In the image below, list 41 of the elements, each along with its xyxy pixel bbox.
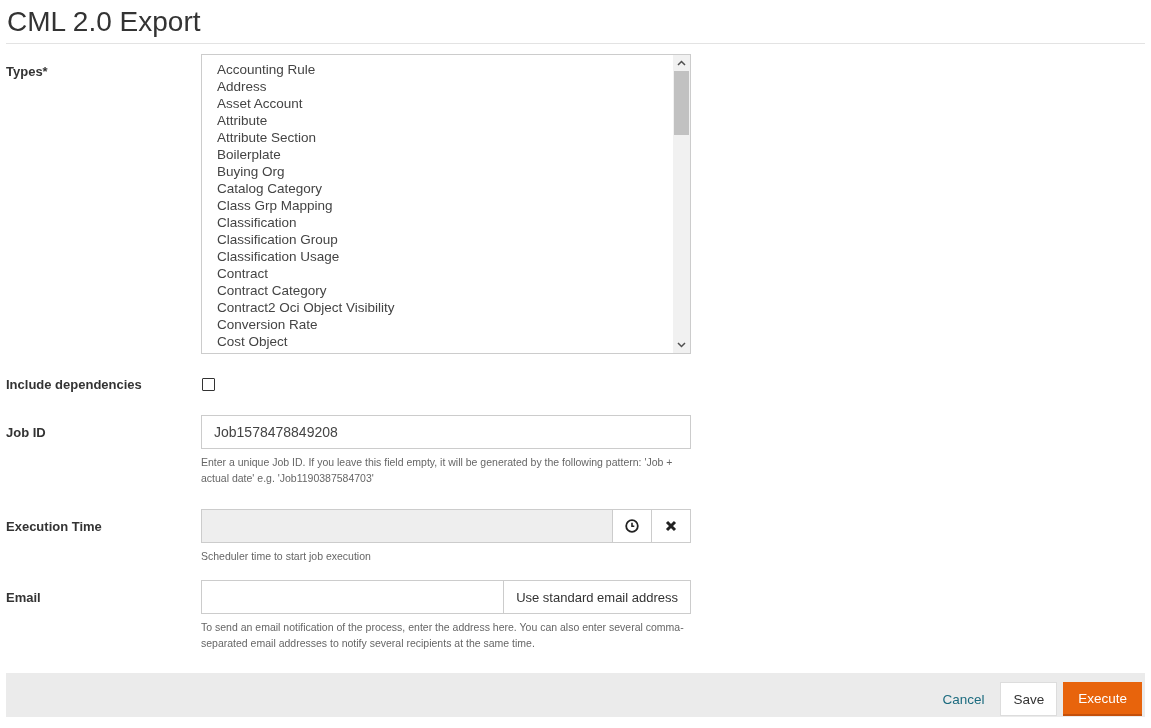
help-text: Enter a unique Job ID. If you leave this field empty, it will be generated by the following pattern: 'Job + actual date' e.g. 'Job1190387584703' xyxy=(201,455,674,486)
save-button[interactable]: Save xyxy=(1000,682,1058,716)
scroll-thumb[interactable] xyxy=(674,71,689,135)
field-label: Job ID xyxy=(6,425,47,440)
help-text: To send an email notification of the process, enter the address here. You can also enter several comma-separated email addresses to notify several recipients at the same time. xyxy=(201,620,685,651)
cancel-link[interactable]: Cancel xyxy=(932,682,995,716)
list-option[interactable]: Attribute xyxy=(217,112,268,129)
list-option[interactable]: Conversion Rate xyxy=(217,316,318,333)
list-option[interactable]: Attribute Section xyxy=(217,129,317,146)
scrollbar[interactable] xyxy=(673,55,690,353)
list-option[interactable]: Cost Object xyxy=(217,333,288,350)
list-option[interactable]: Catalog Category xyxy=(217,180,323,197)
list-option[interactable]: Asset Account xyxy=(217,95,303,112)
clock-button[interactable] xyxy=(613,509,652,543)
clear-button[interactable] xyxy=(652,509,691,543)
field-label: Execution Time xyxy=(6,519,103,534)
list-option[interactable]: Boilerplate xyxy=(217,146,281,163)
close-icon xyxy=(665,520,677,532)
standard-email-button[interactable]: Use standard email address xyxy=(504,580,691,614)
clock-icon xyxy=(625,519,639,533)
list-option[interactable]: Classification xyxy=(217,214,297,231)
scroll-down-icon[interactable] xyxy=(677,342,686,348)
checkbox[interactable] xyxy=(202,378,215,391)
list-option[interactable]: Classification Group xyxy=(217,231,338,248)
email-field[interactable] xyxy=(201,580,505,614)
scroll-up-icon[interactable] xyxy=(677,60,686,66)
list-option[interactable]: Address xyxy=(217,78,267,95)
list-option[interactable]: Accounting Rule xyxy=(217,61,316,78)
list-option[interactable]: Buying Org xyxy=(217,163,285,180)
types-listbox[interactable] xyxy=(201,54,691,354)
field-label: Include dependencies xyxy=(6,377,143,392)
list-option[interactable]: Contract xyxy=(217,265,269,282)
list-option[interactable]: Classification Usage xyxy=(217,248,340,265)
list-option[interactable]: Contract2 Oci Object Visibility xyxy=(217,299,395,316)
list-option[interactable]: Contract Category xyxy=(217,282,327,299)
job-id-field[interactable]: Job1578478849208 xyxy=(201,415,691,449)
list-option[interactable]: Class Grp Mapping xyxy=(217,197,333,214)
page-title: CML 2.0 Export xyxy=(7,5,201,39)
field-label: Types* xyxy=(6,64,49,79)
field-label: Email xyxy=(6,590,42,605)
help-text: Scheduler time to start job execution xyxy=(201,549,372,564)
